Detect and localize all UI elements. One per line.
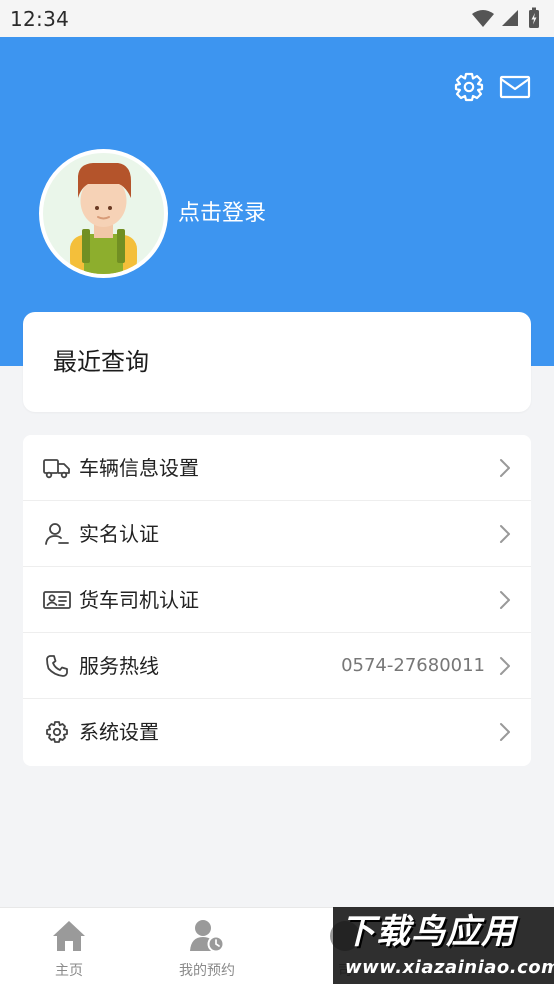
mail-icon [499, 75, 531, 99]
watermark-title: 下载鸟应用 [341, 912, 516, 952]
signal-icon [502, 10, 518, 26]
menu-item-label: 车辆信息设置 [79, 456, 199, 480]
menu-item-label: 系统设置 [79, 720, 159, 744]
profile-screen: 12:34 点击登录 最近查询 车辆信息设置 实名认证 货车司机认证 服务热线 … [0, 0, 554, 984]
login-link[interactable]: 点击登录 [178, 199, 266, 229]
status-time: 12:34 [10, 7, 70, 31]
watermark-overlay: 下载鸟应用 www.xiazainiao.com [333, 907, 554, 984]
driver-avatar-illustration [70, 163, 137, 274]
menu-item-label: 货车司机认证 [79, 588, 199, 612]
nav-home-label: 主页 [55, 963, 83, 979]
settings-icon [454, 72, 484, 102]
recent-query-card[interactable]: 最近查询 [23, 312, 531, 412]
status-bar: 12:34 [0, 0, 554, 37]
chevron-right-icon [500, 591, 510, 609]
chevron-right-icon [500, 657, 510, 675]
menu-item-service-hotline[interactable]: 服务热线 0574-27680011 [23, 633, 531, 699]
nav-my-appointments-label: 我的预约 [179, 963, 235, 979]
avatar[interactable] [39, 149, 168, 278]
status-icons [470, 7, 542, 28]
settings-button[interactable] [452, 70, 486, 104]
hotline-number: 0574-27680011 [341, 655, 485, 676]
nav-my-appointments[interactable]: 我的预约 [138, 908, 276, 984]
menu-item-real-name-verification[interactable]: 实名认证 [23, 501, 531, 567]
appointment-icon [190, 920, 225, 953]
chevron-right-icon [500, 723, 510, 741]
wifi-icon [472, 10, 494, 27]
menu-item-vehicle-settings[interactable]: 车辆信息设置 [23, 435, 531, 501]
chevron-right-icon [500, 525, 510, 543]
gear-icon [43, 719, 71, 745]
truck-icon [43, 455, 71, 481]
menu-item-system-settings[interactable]: 系统设置 [23, 699, 531, 765]
mail-button[interactable] [498, 70, 532, 104]
id-card-icon [43, 587, 71, 613]
menu-list: 车辆信息设置 实名认证 货车司机认证 服务热线 0574-27680011 系统… [23, 435, 531, 766]
battery-icon [529, 7, 539, 28]
menu-item-truck-driver-verification[interactable]: 货车司机认证 [23, 567, 531, 633]
menu-item-label: 实名认证 [79, 522, 159, 546]
chevron-right-icon [500, 459, 510, 477]
phone-icon [43, 653, 71, 679]
user-verify-icon [43, 521, 71, 547]
watermark-url: www.xiazainiao.com [345, 957, 554, 978]
menu-item-label: 服务热线 [79, 654, 159, 678]
recent-query-title: 最近查询 [53, 348, 149, 376]
home-icon [53, 921, 85, 951]
nav-home[interactable]: 主页 [0, 908, 138, 984]
